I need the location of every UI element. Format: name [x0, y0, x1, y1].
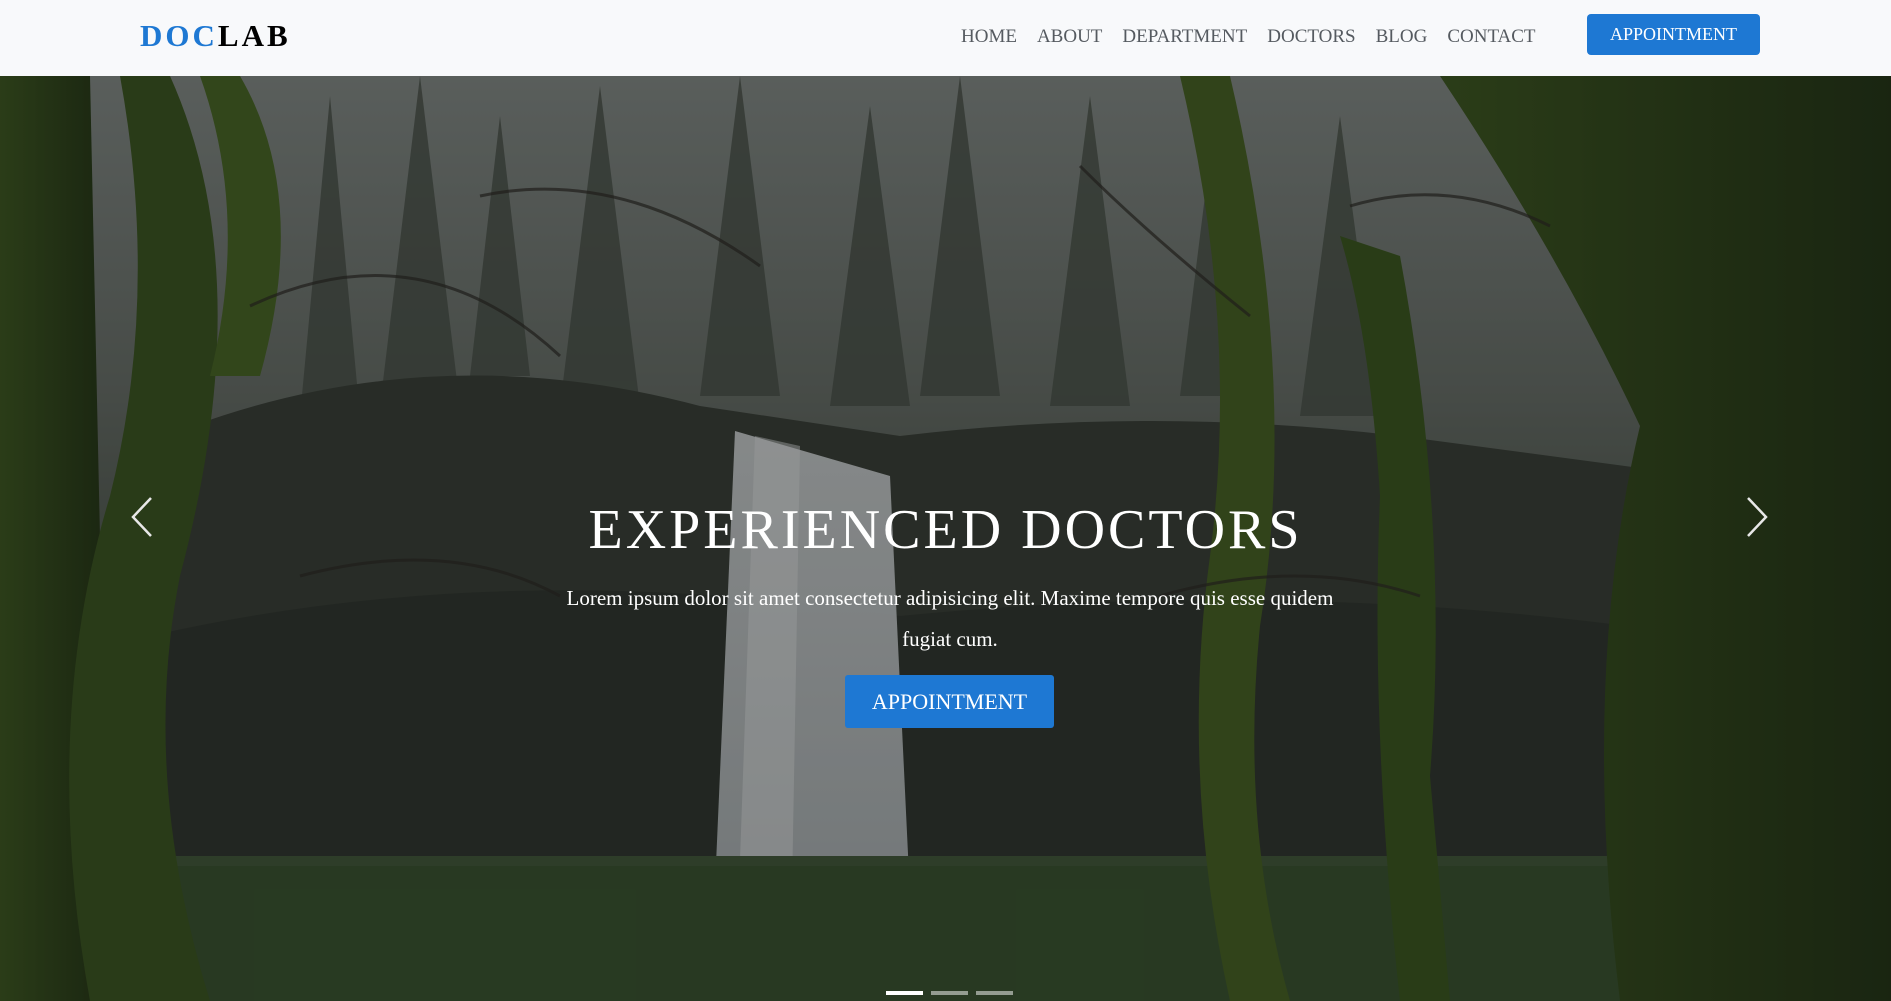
hero-title: EXPERIENCED DOCTORS: [588, 499, 1303, 561]
brand-logo-part1: DOC: [140, 18, 218, 53]
carousel-indicators: [886, 991, 1021, 995]
carousel-indicator-3[interactable]: [976, 991, 1013, 995]
nav-link-contact[interactable]: CONTACT: [1447, 24, 1535, 50]
nav-link-about[interactable]: ABOUT: [1037, 24, 1102, 50]
hero-carousel: EXPERIENCED DOCTORS Lorem ipsum dolor si…: [0, 76, 1891, 1001]
nav-link-doctors[interactable]: DOCTORS: [1267, 24, 1355, 50]
nav-links: HOME ABOUT DEPARTMENT DOCTORS BLOG CONTA…: [961, 24, 1536, 50]
hero-description: Lorem ipsum dolor sit amet consectetur a…: [566, 586, 1334, 651]
carousel-next-icon[interactable]: [1742, 494, 1772, 540]
carousel-indicator-1[interactable]: [886, 991, 923, 995]
nav-link-department[interactable]: DEPARTMENT: [1122, 24, 1247, 50]
nav-link-home[interactable]: HOME: [961, 24, 1017, 50]
nav-appointment-button[interactable]: APPOINTMENT: [1587, 14, 1760, 55]
hero-appointment-button[interactable]: APPOINTMENT: [845, 675, 1054, 728]
navbar: DOCLAB HOME ABOUT DEPARTMENT DOCTORS BLO…: [0, 0, 1891, 76]
brand-logo-part2: LAB: [217, 18, 291, 53]
carousel-indicator-2[interactable]: [931, 991, 968, 995]
brand-logo[interactable]: DOCLAB: [140, 16, 291, 56]
carousel-prev-icon[interactable]: [127, 494, 157, 540]
nav-link-blog[interactable]: BLOG: [1376, 24, 1428, 50]
